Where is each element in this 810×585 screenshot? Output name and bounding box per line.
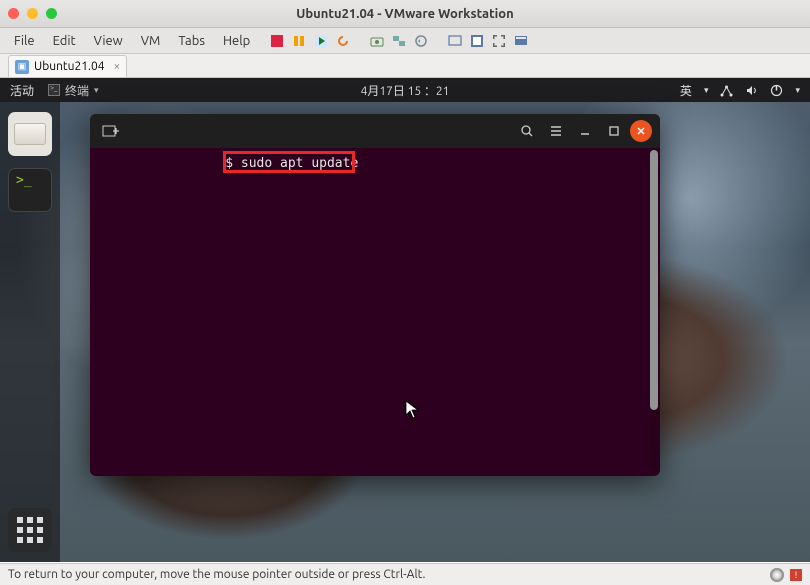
minimize-button[interactable]: [572, 120, 598, 142]
host-window-title: Ubuntu21.04 - VMware Workstation: [296, 7, 513, 21]
clock[interactable]: 4月17日 15 ：21: [361, 82, 450, 99]
host-tabbar: ▣ Ubuntu21.04 ×: [0, 54, 810, 78]
annotation-highlight-box: [223, 151, 355, 173]
show-applications-button[interactable]: [8, 508, 52, 552]
host-titlebar: Ubuntu21.04 - VMware Workstation: [0, 0, 810, 28]
gnome-dock: [0, 102, 60, 562]
terminal-scrollbar-thumb[interactable]: [650, 150, 658, 410]
power-off-icon[interactable]: [268, 32, 286, 50]
unity-icon[interactable]: [468, 32, 486, 50]
power-icon[interactable]: [770, 84, 783, 97]
host-menubar: File Edit View VM Tabs Help: [0, 28, 810, 54]
menu-edit[interactable]: Edit: [45, 31, 84, 51]
sound-icon[interactable]: [745, 84, 758, 97]
input-method-indicator[interactable]: 英: [680, 82, 692, 99]
menu-vm[interactable]: VM: [133, 31, 169, 51]
device-warning-icon[interactable]: !: [790, 569, 802, 581]
close-dot[interactable]: [8, 8, 19, 19]
menu-tabs[interactable]: Tabs: [170, 31, 213, 51]
activities-button[interactable]: 活动: [10, 82, 34, 99]
menu-help[interactable]: Help: [215, 31, 258, 51]
chevron-down-icon: ▾: [704, 85, 709, 96]
play-icon[interactable]: [312, 32, 330, 50]
vm-tab-icon: ▣: [15, 60, 29, 74]
statusbar-hint: To return to your computer, move the mou…: [8, 568, 425, 581]
apps-grid-icon: [17, 517, 43, 543]
gnome-top-bar: 活动 终端 ▾ 4月17日 15 ：21 英 ▾ ▾: [0, 78, 810, 102]
system-tray[interactable]: 英 ▾ ▾: [680, 82, 800, 99]
restart-icon[interactable]: [334, 32, 352, 50]
app-menu[interactable]: 终端 ▾: [48, 82, 99, 99]
zoom-dot[interactable]: [46, 8, 57, 19]
vm-tab-label: Ubuntu21.04: [34, 60, 105, 73]
chevron-down-icon: ▾: [795, 85, 800, 96]
maximize-button[interactable]: [601, 120, 627, 142]
files-app-icon[interactable]: [8, 112, 52, 156]
app-menu-label: 终端: [65, 82, 89, 99]
vm-viewport[interactable]: 活动 终端 ▾ 4月17日 15 ：21 英 ▾ ▾: [0, 78, 810, 562]
search-button[interactable]: [514, 120, 540, 142]
new-tab-button[interactable]: [98, 120, 124, 142]
terminal-titlebar[interactable]: [90, 114, 660, 148]
terminal-app-icon: [48, 84, 60, 96]
close-button[interactable]: [630, 120, 652, 142]
hamburger-menu-button[interactable]: [543, 120, 569, 142]
snapshot-icon[interactable]: [368, 32, 386, 50]
host-toolbar: [268, 32, 530, 50]
network-icon[interactable]: [720, 84, 733, 97]
menu-view[interactable]: View: [86, 31, 131, 51]
minimize-dot[interactable]: [27, 8, 38, 19]
cdrom-device-icon[interactable]: [770, 568, 784, 582]
fullscreen-icon[interactable]: [490, 32, 508, 50]
vm-tab-close-icon[interactable]: ×: [114, 60, 121, 73]
terminal-window[interactable]: $ sudo apt update: [90, 114, 660, 476]
menu-file[interactable]: File: [6, 31, 43, 51]
console-view-icon[interactable]: [512, 32, 530, 50]
host-statusbar: To return to your computer, move the mou…: [0, 563, 810, 585]
terminal-body[interactable]: $ sudo apt update: [90, 148, 660, 476]
chevron-down-icon: ▾: [94, 85, 99, 96]
vm-tab[interactable]: ▣ Ubuntu21.04 ×: [8, 55, 127, 77]
statusbar-right: !: [770, 568, 802, 582]
snapshot-revert-icon[interactable]: [412, 32, 430, 50]
fit-guest-icon[interactable]: [446, 32, 464, 50]
terminal-dock-icon[interactable]: [8, 168, 52, 212]
suspend-icon[interactable]: [290, 32, 308, 50]
snapshot-manager-icon[interactable]: [390, 32, 408, 50]
window-controls-mac: [8, 8, 57, 19]
